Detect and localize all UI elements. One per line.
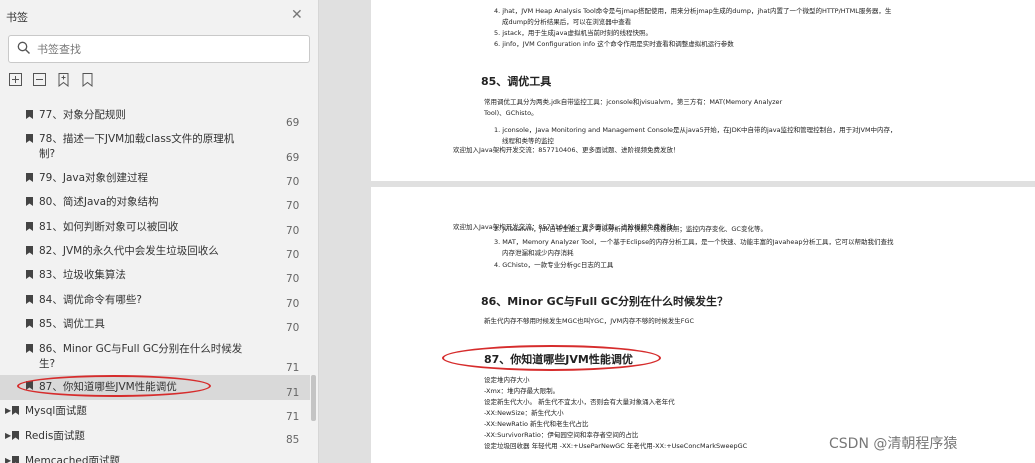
- bookmark-group[interactable]: ▶ Memcached面试题: [0, 453, 310, 463]
- expand-arrow-icon[interactable]: ▶: [5, 431, 11, 440]
- bookmark-icon: [26, 295, 33, 304]
- bookmark-item[interactable]: 78、描述一下JVM加载class文件的原理机 制? 69: [0, 131, 310, 167]
- bookmark-group[interactable]: ▶ Redis面试题 85: [0, 428, 310, 452]
- section-heading: 86、Minor GC与Full GC分别在什么时候发生？: [481, 295, 729, 308]
- bookmark-label: 81、如何判断对象可以被回收: [39, 221, 179, 233]
- text-line: Tool)、GChisto。: [484, 109, 538, 117]
- bookmark-item[interactable]: 80、简述Java的对象结构 70: [0, 194, 310, 218]
- panel-header: 书签 ✕: [0, 0, 318, 32]
- text-line: 内存泄漏和减少内存消耗: [502, 249, 574, 257]
- bookmark-item[interactable]: 77、对象分配规则 69: [0, 107, 310, 131]
- bookmark-item[interactable]: 82、JVM的永久代中会发生垃圾回收么 70: [0, 243, 310, 267]
- scrollbar-thumb[interactable]: [311, 375, 316, 421]
- bookmark-icon: [26, 134, 33, 143]
- bookmark-label: Redis面试题: [25, 430, 85, 442]
- bookmark-search-box[interactable]: [8, 35, 310, 63]
- bookmark-item[interactable]: 79、Java对象创建过程 70: [0, 170, 310, 194]
- bookmark-label: 77、对象分配规则: [39, 109, 126, 121]
- search-icon: [17, 41, 30, 54]
- bookmark-label: 80、简述Java的对象结构: [39, 196, 159, 208]
- section-heading: 87、你知道哪些JVM性能调优: [484, 353, 633, 366]
- bookmark-page: 69: [286, 117, 300, 129]
- expand-arrow-icon[interactable]: ▶: [5, 406, 11, 415]
- bookmark-page: 71: [286, 387, 300, 399]
- bookmark-page: 70: [286, 249, 300, 261]
- bookmark-icon: [26, 173, 33, 182]
- bookmark-page: 70: [286, 273, 300, 285]
- bookmark-page: 71: [286, 411, 300, 423]
- bookmark-label: 86、Minor GC与Full GC分别在什么时候发: [39, 343, 243, 355]
- text-line: -XX:NewRatio 新生代和老生代占比: [484, 420, 589, 428]
- text-line: 设定垃圾回收器 年轻代用 -XX:+UseParNewGC 年老代用-XX:+U…: [484, 442, 748, 450]
- text-line: 成dump的分析结果后，可以在浏览器中查看: [502, 18, 632, 26]
- bookmark-label: Mysql面试题: [25, 405, 87, 417]
- text-line: 4. GChisto，一款专业分析gc日志的工具: [494, 261, 614, 269]
- page-footer: 欢迎加入Java架构开发交流：857710406、更多面试题、进阶视频免费发放！: [453, 146, 680, 154]
- watermark: CSDN @清朝程序猿: [829, 436, 958, 452]
- section-heading: 85、调优工具: [481, 75, 552, 88]
- bookmark-label: 84、调优命令有哪些?: [39, 294, 142, 306]
- bookmark-icon: [26, 246, 33, 255]
- text-line: 5. jstack，用于生成java虚拟机当前时刻的线程快照。: [494, 29, 652, 37]
- bookmark-label: 78、描述一下JVM加载class文件的原理机: [39, 133, 235, 145]
- bookmark-label-wrap: 制?: [39, 148, 56, 160]
- text-line: 6. jinfo，JVM Configuration info 这个命令作用是实…: [494, 40, 734, 48]
- bookmark-page: 70: [286, 176, 300, 188]
- bookmark-icon: [26, 381, 33, 390]
- bookmark-page: 70: [286, 322, 300, 334]
- text-line: 新生代内存不够用时候发生MGC也叫YGC，JVM内存不够的时候发生FGC: [484, 317, 695, 325]
- bookmark-group[interactable]: ▶ Mysql面试题 71: [0, 403, 310, 427]
- text-line: 设定堆内存大小: [484, 376, 530, 384]
- bookmark-page: 69: [286, 152, 300, 164]
- bookmark-icon: [26, 344, 33, 353]
- bookmark-item[interactable]: 86、Minor GC与Full GC分别在什么时候发 生? 71: [0, 341, 310, 375]
- bookmark-label: 85、调优工具: [39, 318, 105, 330]
- pdf-page: 4. jhat，JVM Heap Analysis Tool命令是与jmap搭配…: [371, 0, 1035, 181]
- text-line: -XX:SurvivorRatio：伊甸园空间和幸存者空间的占比: [484, 431, 639, 439]
- bookmark-item[interactable]: 81、如何判断对象可以被回收 70: [0, 219, 310, 243]
- text-line: 设定新生代大小。 新生代不宜太小，否则会有大量对象涌入老年代: [484, 398, 675, 406]
- text-line: -Xmx：堆内存最大限制。: [484, 387, 560, 395]
- bookmark-label: 87、你知道哪些JVM性能调优: [39, 381, 177, 393]
- bookmark-page: 70: [286, 225, 300, 237]
- bookmark-page: 71: [286, 362, 300, 374]
- bookmark-label: Memcached面试题: [25, 455, 121, 463]
- bookmark-label: 83、垃圾收集算法: [39, 269, 126, 281]
- bookmark-label-wrap: 生?: [39, 358, 56, 370]
- text-line: 3. MAT，Memory Analyzer Tool，一个基于Eclipse的…: [494, 238, 894, 246]
- bookmark-item[interactable]: 85、调优工具 70: [0, 316, 310, 340]
- text-line: 常用调优工具分为两类,jdk自带监控工具：jconsole和jvisualvm，…: [484, 98, 783, 106]
- bookmark-icon: [12, 406, 19, 415]
- expand-arrow-icon[interactable]: ▶: [5, 456, 11, 463]
- text-line: 1. jconsole，Java Monitoring and Manageme…: [494, 126, 897, 134]
- bookmark-icon: [12, 456, 19, 463]
- bookmark-panel: 书签 ✕ 77、对象分配规则 69 78、描述一下JVM加载c: [0, 0, 319, 463]
- text-line: 2. jvisualvm，jdk自带全能工具，可以分析内存快照、线程快照；监控内…: [494, 225, 767, 233]
- collapse-all-icon[interactable]: [32, 72, 48, 88]
- pdf-page: 欢迎加入Java架构开发交流：857710406、更多面试题、进阶视频免费发放！…: [371, 187, 1035, 463]
- expand-all-icon[interactable]: [8, 72, 24, 88]
- bookmark-search-input[interactable]: [35, 39, 299, 59]
- bookmark-label: 79、Java对象创建过程: [39, 172, 149, 184]
- bookmark-icon[interactable]: [80, 72, 96, 88]
- panel-title: 书签: [6, 11, 28, 24]
- bookmark-item[interactable]: 84、调优命令有哪些? 70: [0, 292, 310, 316]
- text-line: -XX:NewSize：新生代大小: [484, 409, 564, 417]
- bookmark-page: 85: [286, 434, 300, 446]
- document-view[interactable]: 4. jhat，JVM Heap Analysis Tool命令是与jmap搭配…: [319, 0, 1035, 463]
- bookmark-page: 70: [286, 298, 300, 310]
- bookmark-item[interactable]: 83、垃圾收集算法 70: [0, 267, 310, 291]
- bookmark-icon: [26, 110, 33, 119]
- close-icon[interactable]: ✕: [291, 7, 303, 23]
- bookmark-page: 70: [286, 200, 300, 212]
- bookmark-icon: [26, 222, 33, 231]
- bookmark-item-selected[interactable]: 87、你知道哪些JVM性能调优 71: [0, 375, 310, 400]
- bookmark-icon: [12, 431, 19, 440]
- add-bookmark-icon[interactable]: [56, 72, 72, 88]
- bookmark-icon: [26, 270, 33, 279]
- bookmark-icon: [26, 319, 33, 328]
- text-line: 4. jhat，JVM Heap Analysis Tool命令是与jmap搭配…: [494, 7, 892, 15]
- bookmark-label: 82、JVM的永久代中会发生垃圾回收么: [39, 245, 219, 257]
- bookmark-icon: [26, 197, 33, 206]
